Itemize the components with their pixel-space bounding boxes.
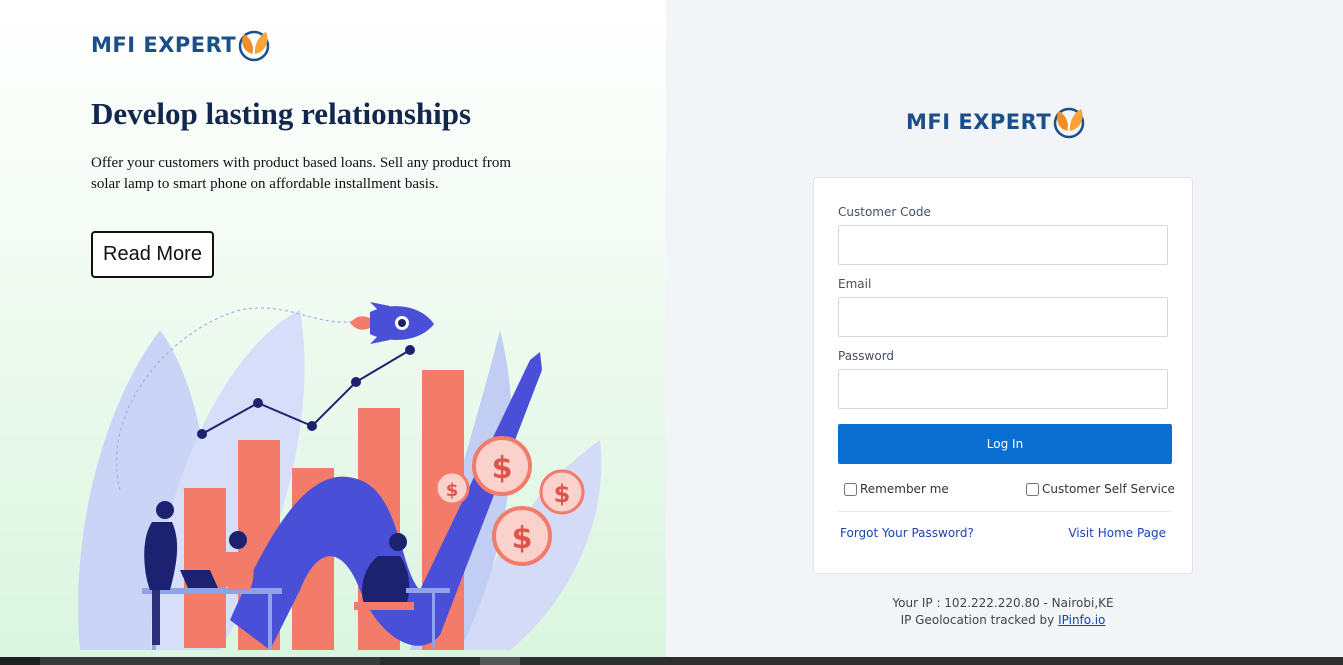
logo-text: MFI EXPERT [906, 110, 1052, 134]
marketing-panel: MFI EXPERT Develop lasting relationships… [0, 0, 666, 665]
self-service-label: Customer Self Service [1042, 482, 1175, 496]
ip-info: Your IP : 102.222.220.80 - Nairobi,KE IP… [813, 595, 1193, 629]
svg-text:$: $ [492, 451, 513, 486]
remember-me-label: Remember me [860, 482, 949, 496]
growth-illustration: $ $ $ $ [78, 302, 602, 650]
taskbar [0, 657, 1343, 665]
leaf-logo-icon [1053, 107, 1085, 139]
ipinfo-link[interactable]: IPinfo.io [1058, 613, 1105, 627]
password-label: Password [838, 349, 895, 363]
email-input[interactable] [838, 297, 1168, 337]
read-more-button[interactable]: Read More [91, 231, 214, 278]
remember-me-checkbox[interactable] [844, 482, 857, 496]
coin-icon: $ [492, 506, 552, 566]
coin-icon: $ [539, 469, 585, 515]
svg-text:$: $ [512, 521, 533, 556]
self-service-checkbox[interactable] [1026, 482, 1039, 496]
login-button[interactable]: Log In [838, 424, 1172, 464]
email-label: Email [838, 277, 872, 291]
visit-home-page-link[interactable]: Visit Home Page [1068, 526, 1166, 540]
login-form-card: Customer Code Email Password Log In Reme… [813, 177, 1193, 574]
ip-address-text: Your IP : 102.222.220.80 - Nairobi,KE [892, 596, 1114, 610]
customer-code-input[interactable] [838, 225, 1168, 265]
forgot-password-link[interactable]: Forgot Your Password? [840, 526, 974, 540]
coin-icon: $ [434, 470, 470, 506]
hero-headline: Develop lasting relationships [91, 96, 472, 131]
remember-me-option: Remember me [844, 482, 949, 496]
hero-description: Offer your customers with product based … [91, 155, 512, 192]
leaf-logo-icon [238, 30, 270, 62]
coin-icon: $ [472, 436, 532, 496]
logo-text: MFI EXPERT [91, 33, 237, 57]
geolocation-text: IP Geolocation tracked by IPinfo.io [900, 613, 1106, 627]
password-input[interactable] [838, 369, 1168, 409]
login-panel: MFI EXPERT Customer Code Email Password … [666, 0, 1343, 665]
divider [838, 511, 1172, 512]
header-logo: MFI EXPERT [91, 28, 272, 62]
login-logo: MFI EXPERT [906, 105, 1087, 139]
customer-code-label: Customer Code [838, 205, 931, 219]
self-service-option: Customer Self Service [1026, 482, 1175, 496]
svg-text:$: $ [554, 480, 571, 508]
svg-text:$: $ [446, 480, 459, 501]
